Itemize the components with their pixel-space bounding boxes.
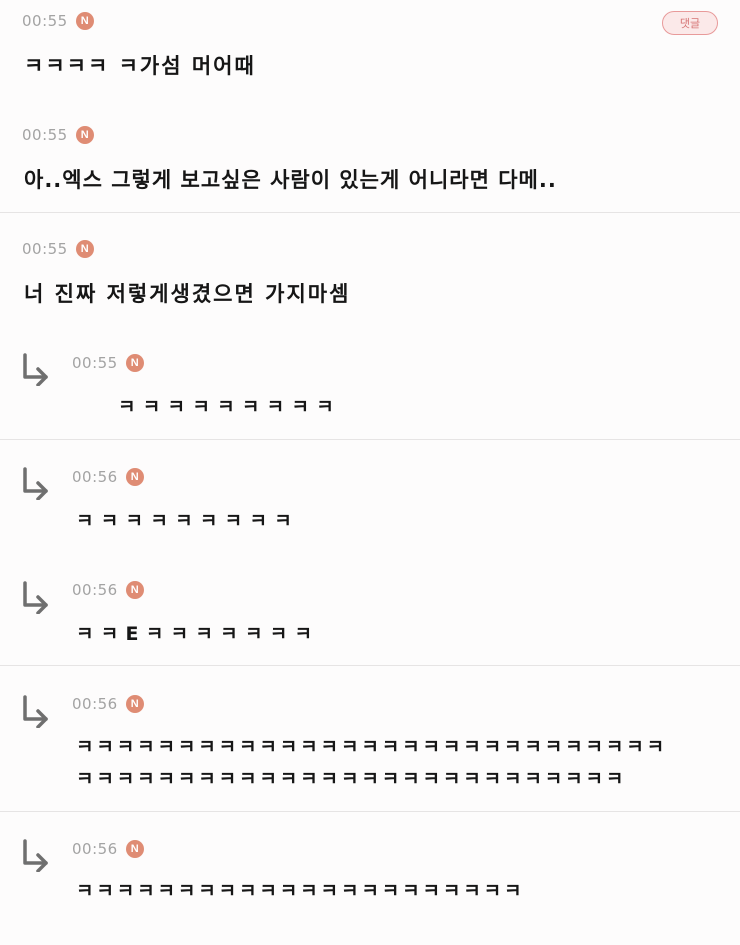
divider bbox=[0, 665, 740, 666]
comment-text: 너 진짜 저렇게생겼으면 가지마셈 bbox=[24, 282, 351, 306]
comment-text: ㅋㅋㅋㅋ ㅋ가섬 머어때 bbox=[24, 54, 256, 78]
reply-meta: 00:56 N bbox=[72, 840, 144, 858]
comment-text: 아..엑스 그렇게 보고싶은 사람이 있는게 어니라면 다메.. bbox=[24, 168, 557, 192]
reply-arrow-icon bbox=[23, 839, 48, 872]
new-badge-icon: N bbox=[125, 468, 144, 486]
new-badge-icon: N bbox=[75, 12, 94, 30]
comment-time: 00:55 bbox=[22, 12, 68, 30]
new-badge-icon: N bbox=[125, 354, 144, 372]
divider bbox=[0, 212, 740, 213]
reply-text-line: ㅋㅋㅋㅋㅋㅋㅋㅋㅋㅋㅋㅋㅋㅋㅋㅋㅋㅋㅋㅋㅋㅋㅋㅋㅋㅋㅋㅋㅋ bbox=[76, 736, 668, 758]
reply-time: 00:56 bbox=[72, 581, 118, 599]
new-badge-icon: N bbox=[75, 126, 94, 144]
new-badge-icon: N bbox=[125, 840, 144, 858]
reply-meta: 00:56 N bbox=[72, 581, 144, 599]
new-badge-icon: N bbox=[125, 695, 144, 713]
reply-time: 00:55 bbox=[72, 354, 118, 372]
reply-button[interactable]: 댓글 bbox=[662, 11, 718, 35]
reply-arrow-icon bbox=[23, 581, 48, 614]
reply-time: 00:56 bbox=[72, 468, 118, 486]
reply-text: ㅋㅋEㅋㅋㅋㅋㅋㅋㅋ bbox=[76, 623, 320, 645]
reply-text: ㅋㅋㅋㅋㅋㅋㅋㅋㅋㅋㅋㅋㅋㅋㅋㅋㅋㅋㅋㅋㅋㅋ bbox=[76, 880, 525, 902]
comment-time: 00:55 bbox=[22, 240, 68, 258]
new-badge-icon: N bbox=[125, 581, 144, 599]
divider bbox=[0, 439, 740, 440]
comment-meta: 00:55 N bbox=[22, 12, 94, 30]
divider bbox=[0, 811, 740, 812]
reply-time: 00:56 bbox=[72, 840, 118, 858]
reply-arrow-icon bbox=[23, 467, 48, 500]
comment-meta: 00:55 N bbox=[22, 126, 94, 144]
new-badge-icon: N bbox=[75, 240, 94, 258]
reply-meta: 00:56 N bbox=[72, 468, 144, 486]
reply-arrow-icon bbox=[23, 353, 48, 386]
reply-arrow-icon bbox=[23, 695, 48, 728]
reply-meta: 00:56 N bbox=[72, 695, 144, 713]
reply-time: 00:56 bbox=[72, 695, 118, 713]
reply-text-line: ㅋㅋㅋㅋㅋㅋㅋㅋㅋㅋㅋㅋㅋㅋㅋㅋㅋㅋㅋㅋㅋㅋㅋㅋㅋㅋㅋ bbox=[76, 768, 627, 790]
reply-text: ㅋㅋㅋㅋㅋㅋㅋㅋㅋ bbox=[76, 510, 300, 532]
comment-time: 00:55 bbox=[22, 126, 68, 144]
comment-meta: 00:55 N bbox=[22, 240, 94, 258]
reply-text: ㅋㅋㅋㅋㅋㅋㅋㅋㅋ bbox=[118, 396, 342, 418]
reply-meta: 00:55 N bbox=[72, 354, 144, 372]
